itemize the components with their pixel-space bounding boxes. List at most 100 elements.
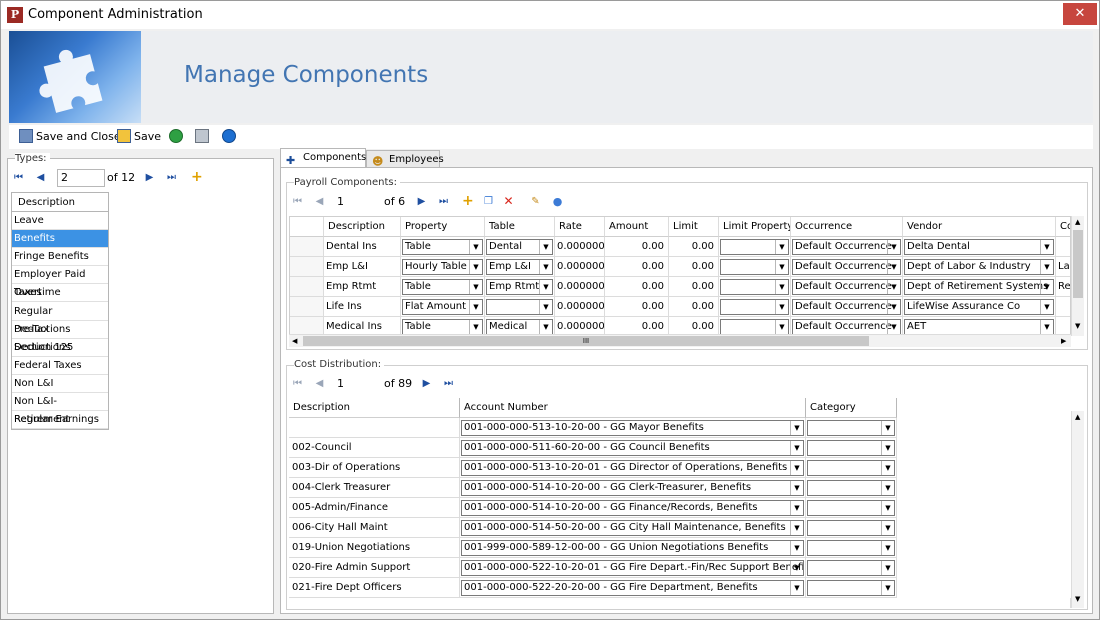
payroll-occurrence-dropdown[interactable]: Default Occurrence ▼ [792, 239, 901, 255]
row-selector[interactable] [290, 257, 324, 277]
payroll-table-dropdown[interactable]: Emp L&I ▼ [486, 259, 553, 275]
cost-account-dropdown[interactable]: 001-000-000-514-10-20-00 - GG Finance/Re… [461, 500, 804, 516]
chevron-down-icon[interactable]: ▼ [539, 280, 552, 294]
first-page-icon[interactable]: ⏮ [292, 378, 303, 389]
prev-page-icon[interactable]: ◀ [314, 378, 325, 389]
payroll-property-dropdown[interactable]: Table ▼ [402, 319, 483, 335]
types-list-item[interactable]: Federal Taxes [12, 357, 108, 375]
payroll-column-header[interactable]: Limit [669, 217, 719, 237]
cost-category-dropdown[interactable]: ▼ [807, 580, 895, 596]
payroll-occurrence-dropdown[interactable]: Default Occurrence ▼ [792, 319, 901, 335]
chevron-down-icon[interactable]: ▼ [881, 441, 894, 455]
cost-account-dropdown[interactable]: 001-000-000-511-60-20-00 - GG Council Be… [461, 440, 804, 456]
chevron-down-icon[interactable]: ▼ [775, 320, 788, 334]
types-list-item[interactable]: Regular Earnings [12, 411, 108, 430]
cost-description-cell[interactable]: 002-Council [289, 438, 460, 458]
chevron-down-icon[interactable]: ▼ [539, 260, 552, 274]
payroll-description-cell[interactable]: Emp L&I [324, 257, 401, 277]
payroll-amount-cell[interactable]: 0.00 [605, 237, 669, 257]
chevron-down-icon[interactable]: ▼ [881, 581, 894, 595]
edit-icon[interactable]: ✎ [530, 196, 541, 207]
payroll-co-cell[interactable] [1056, 237, 1070, 257]
first-page-icon[interactable]: ⏮ [13, 172, 24, 183]
help-button[interactable] [222, 128, 239, 146]
payroll-limit-cell[interactable]: 0.00 [669, 277, 719, 297]
chevron-down-icon[interactable]: ▼ [469, 240, 482, 254]
payroll-limit-property-dropdown[interactable]: ▼ [720, 319, 789, 335]
types-list-item[interactable]: Non L&I [12, 375, 108, 393]
payroll-rate-cell[interactable]: 0.000000 [555, 297, 605, 317]
payroll-property-dropdown[interactable]: Table ▼ [402, 279, 483, 295]
chevron-down-icon[interactable]: ▼ [887, 300, 900, 314]
payroll-limit-property-dropdown[interactable]: ▼ [720, 299, 789, 315]
last-page-icon[interactable]: ⏭ [443, 378, 454, 389]
types-list-item[interactable]: Employer Paid Taxes [12, 266, 108, 298]
payroll-hscroll[interactable]: ◀ III ▶ [289, 334, 1071, 347]
chevron-down-icon[interactable]: ▼ [887, 280, 900, 294]
cost-category-dropdown[interactable]: ▼ [807, 440, 895, 456]
cost-account-dropdown[interactable]: 001-000-000-522-20-20-00 - GG Fire Depar… [461, 580, 804, 596]
payroll-limit-property-dropdown[interactable]: ▼ [720, 259, 789, 275]
cost-description-cell[interactable]: 006-City Hall Maint [289, 518, 460, 538]
add-icon[interactable]: + [191, 170, 203, 184]
payroll-column-header[interactable]: Property [401, 217, 485, 237]
payroll-vendor-dropdown[interactable]: AET ▼ [904, 319, 1054, 335]
cost-category-dropdown[interactable]: ▼ [807, 420, 895, 436]
payroll-column-header[interactable]: Vendor [903, 217, 1056, 237]
chevron-down-icon[interactable]: ▼ [775, 240, 788, 254]
chevron-down-icon[interactable]: ▼ [887, 260, 900, 274]
cost-account-dropdown[interactable]: 001-000-000-514-10-20-00 - GG Clerk-Trea… [461, 480, 804, 496]
copy-icon[interactable]: ❐ [483, 196, 494, 207]
chevron-down-icon[interactable]: ▼ [775, 300, 788, 314]
chevron-down-icon[interactable]: ▼ [1040, 280, 1053, 294]
payroll-column-header[interactable]: Table [485, 217, 555, 237]
payroll-limit-property-dropdown[interactable]: ▼ [720, 279, 789, 295]
cost-vscroll[interactable]: ▲ ▼ [1071, 411, 1084, 608]
types-list-item[interactable]: Pre-Tax Deductions [12, 321, 108, 353]
chevron-down-icon[interactable]: ▼ [790, 541, 803, 555]
chevron-down-icon[interactable]: ▼ [1040, 320, 1053, 334]
payroll-column-header[interactable]: Co [1056, 217, 1070, 237]
prev-page-icon[interactable]: ◀ [314, 196, 325, 207]
types-list-item[interactable]: Leave [12, 212, 108, 230]
cost-category-dropdown[interactable]: ▼ [807, 460, 895, 476]
payroll-column-header[interactable]: Description [324, 217, 401, 237]
payroll-column-header[interactable]: Limit Property [719, 217, 791, 237]
payroll-co-cell[interactable]: Lab [1056, 257, 1070, 277]
payroll-amount-cell[interactable]: 0.00 [605, 277, 669, 297]
types-page-input[interactable]: 2 [57, 169, 105, 187]
scroll-down-icon[interactable]: ▼ [1075, 322, 1080, 330]
chevron-down-icon[interactable]: ▼ [881, 461, 894, 475]
chevron-down-icon[interactable]: ▼ [790, 581, 803, 595]
cost-category-dropdown[interactable]: ▼ [807, 500, 895, 516]
types-list-item[interactable]: Benefits [12, 230, 108, 249]
payroll-description-cell[interactable]: Dental Ins [324, 237, 401, 257]
chevron-down-icon[interactable]: ▼ [775, 260, 788, 274]
chevron-down-icon[interactable]: ▼ [539, 300, 552, 314]
row-selector[interactable] [290, 277, 324, 297]
chevron-down-icon[interactable]: ▼ [881, 501, 894, 515]
scroll-thumb[interactable]: III [303, 336, 869, 346]
refresh-button[interactable] [169, 128, 186, 146]
payroll-description-cell[interactable]: Emp Rtmt [324, 277, 401, 297]
print-button[interactable] [195, 128, 212, 146]
scroll-left-icon[interactable]: ◀ [292, 337, 297, 345]
cost-description-cell[interactable]: 021-Fire Dept Officers [289, 578, 460, 598]
payroll-vendor-dropdown[interactable]: Dept of Retirement Systems ▼ [904, 279, 1054, 295]
types-list-item[interactable]: Non L&I-Retirement [12, 393, 108, 425]
chevron-down-icon[interactable]: ▼ [881, 561, 894, 575]
payroll-rate-cell[interactable]: 0.000000 [555, 277, 605, 297]
payroll-vendor-dropdown[interactable]: LifeWise Assurance Co ▼ [904, 299, 1054, 315]
globe-icon[interactable]: ● [552, 196, 563, 207]
save-and-close-button[interactable]: Save and Close [19, 128, 121, 146]
next-page-icon[interactable]: ▶ [144, 172, 155, 183]
cost-account-dropdown[interactable]: 001-000-000-513-10-20-00 - GG Mayor Bene… [461, 420, 804, 436]
cost-column-header[interactable]: Description [289, 398, 460, 418]
payroll-limit-cell[interactable]: 0.00 [669, 297, 719, 317]
chevron-down-icon[interactable]: ▼ [881, 421, 894, 435]
cost-account-dropdown[interactable]: 001-999-000-589-12-00-00 - GG Union Nego… [461, 540, 804, 556]
next-page-icon[interactable]: ▶ [416, 196, 427, 207]
types-list-item[interactable]: Section 125 [12, 339, 108, 357]
payroll-property-dropdown[interactable]: Table ▼ [402, 239, 483, 255]
payroll-amount-cell[interactable]: 0.00 [605, 257, 669, 277]
